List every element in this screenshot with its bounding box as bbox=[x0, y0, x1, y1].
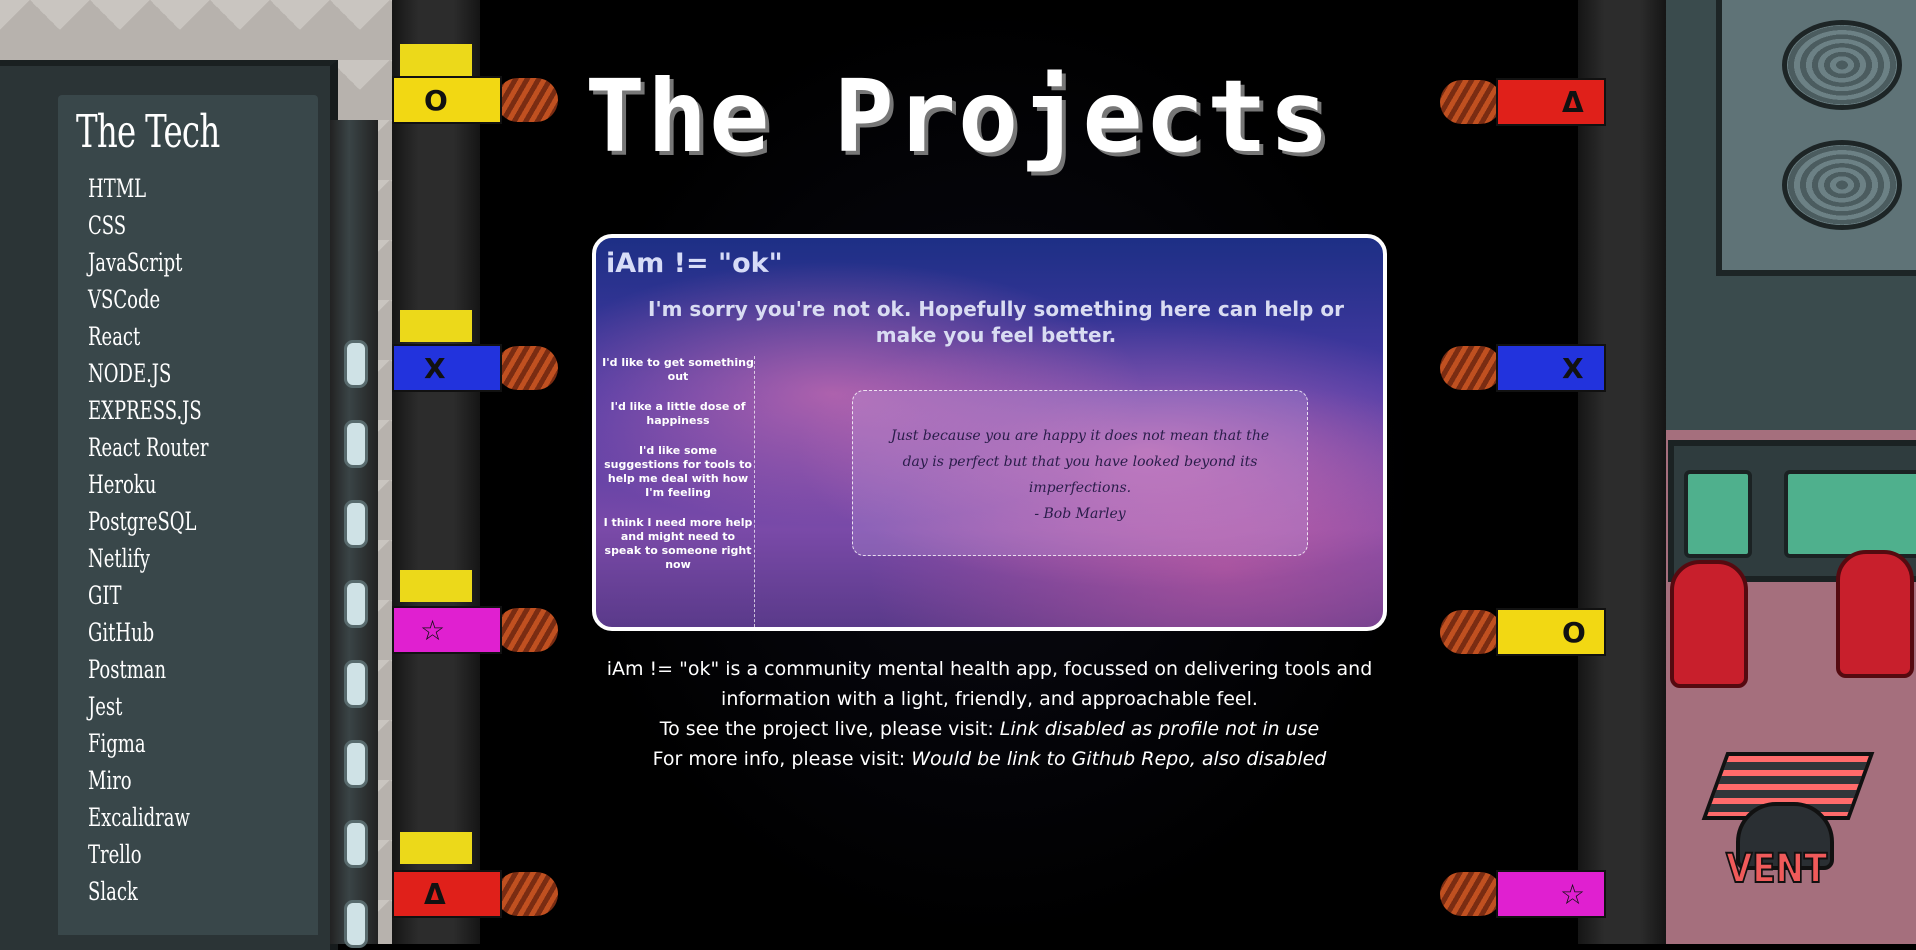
live-label: To see the project live, please visit: bbox=[659, 718, 994, 740]
tech-item: Netlify bbox=[88, 544, 150, 573]
app-subtitle: I'm sorry you're not ok. Hopefully somet… bbox=[648, 297, 1344, 347]
tech-item: HTML bbox=[88, 174, 147, 203]
triangle-icon: Δ bbox=[424, 878, 446, 911]
tech-item: React Router bbox=[88, 433, 209, 462]
circle-icon: O bbox=[1562, 616, 1586, 649]
tech-item: Miro bbox=[88, 766, 132, 795]
star-icon: ☆ bbox=[1560, 878, 1586, 911]
tech-item: Heroku bbox=[88, 470, 157, 499]
quote-box: Just because you are happy it does not m… bbox=[852, 390, 1308, 556]
wire-yellow-right[interactable]: O bbox=[1440, 608, 1610, 656]
app-menu: I'd like to get something out I'd like a… bbox=[602, 356, 755, 627]
tech-item: Postman bbox=[88, 655, 167, 684]
tech-item: React bbox=[88, 322, 141, 351]
left-pipe bbox=[330, 120, 378, 948]
tech-item: Trello bbox=[88, 840, 142, 869]
tech-item: GitHub bbox=[88, 618, 155, 647]
info-link[interactable]: Would be link to Github Repo, also disab… bbox=[911, 748, 1326, 770]
tech-item: Slack bbox=[88, 877, 138, 906]
quote-author: - Bob Marley bbox=[1034, 506, 1126, 522]
wire-red-left[interactable]: Δ bbox=[392, 870, 562, 918]
project-description: iAm != "ok" is a community mental health… bbox=[592, 654, 1387, 774]
star-icon: ☆ bbox=[420, 614, 446, 647]
menu-option: I'd like some suggestions for tools to h… bbox=[604, 444, 752, 499]
tech-item: Excalidraw bbox=[88, 803, 190, 832]
description-text: iAm != "ok" is a community mental health… bbox=[606, 658, 1373, 710]
tech-item: PostgreSQL bbox=[88, 507, 197, 536]
info-line: For more info, please visit: Would be li… bbox=[592, 744, 1387, 774]
tech-item: EXPRESS.JS bbox=[88, 396, 202, 425]
menu-option: I'd like to get something out bbox=[602, 356, 754, 383]
menu-option: I think I need more help and might need … bbox=[603, 516, 753, 571]
tech-sidebar: The Tech HTML CSS JavaScript VSCode Reac… bbox=[58, 95, 318, 935]
tech-item: Jest bbox=[88, 692, 123, 721]
project-screenshot-card[interactable]: iAm != "ok" I'm sorry you're not ok. Hop… bbox=[592, 234, 1387, 631]
vent-logo: VENT bbox=[1701, 742, 1875, 902]
quote-text: Just because you are happy it does not m… bbox=[890, 428, 1270, 496]
cross-icon: X bbox=[424, 352, 446, 385]
cross-icon: X bbox=[1562, 352, 1584, 385]
tech-item: VSCode bbox=[88, 285, 161, 314]
wire-magenta-right[interactable]: ☆ bbox=[1440, 870, 1610, 918]
page-title: The Projects bbox=[584, 58, 1332, 175]
tech-item: NODE.JS bbox=[88, 359, 172, 388]
wire-blue-left[interactable]: X bbox=[392, 344, 562, 392]
wire-magenta-left[interactable]: ☆ bbox=[392, 606, 562, 654]
seat bbox=[1836, 550, 1914, 678]
app-title: iAm != "ok" bbox=[606, 248, 783, 279]
tech-list: HTML CSS JavaScript VSCode React NODE.JS… bbox=[58, 170, 318, 910]
seat bbox=[1670, 560, 1748, 688]
live-link[interactable]: Link disabled as profile not in use bbox=[1000, 718, 1319, 740]
tech-item: JavaScript bbox=[88, 248, 183, 277]
info-label: For more info, please visit: bbox=[652, 748, 906, 770]
wire-blue-right[interactable]: X bbox=[1440, 344, 1610, 392]
tech-item: Figma bbox=[88, 729, 146, 758]
tech-item: GIT bbox=[88, 581, 122, 610]
live-line: To see the project live, please visit: L… bbox=[592, 714, 1387, 744]
menu-option: I'd like a little dose of happiness bbox=[610, 400, 746, 427]
vent-label: VENT bbox=[1725, 845, 1828, 893]
tech-item: CSS bbox=[88, 211, 127, 240]
